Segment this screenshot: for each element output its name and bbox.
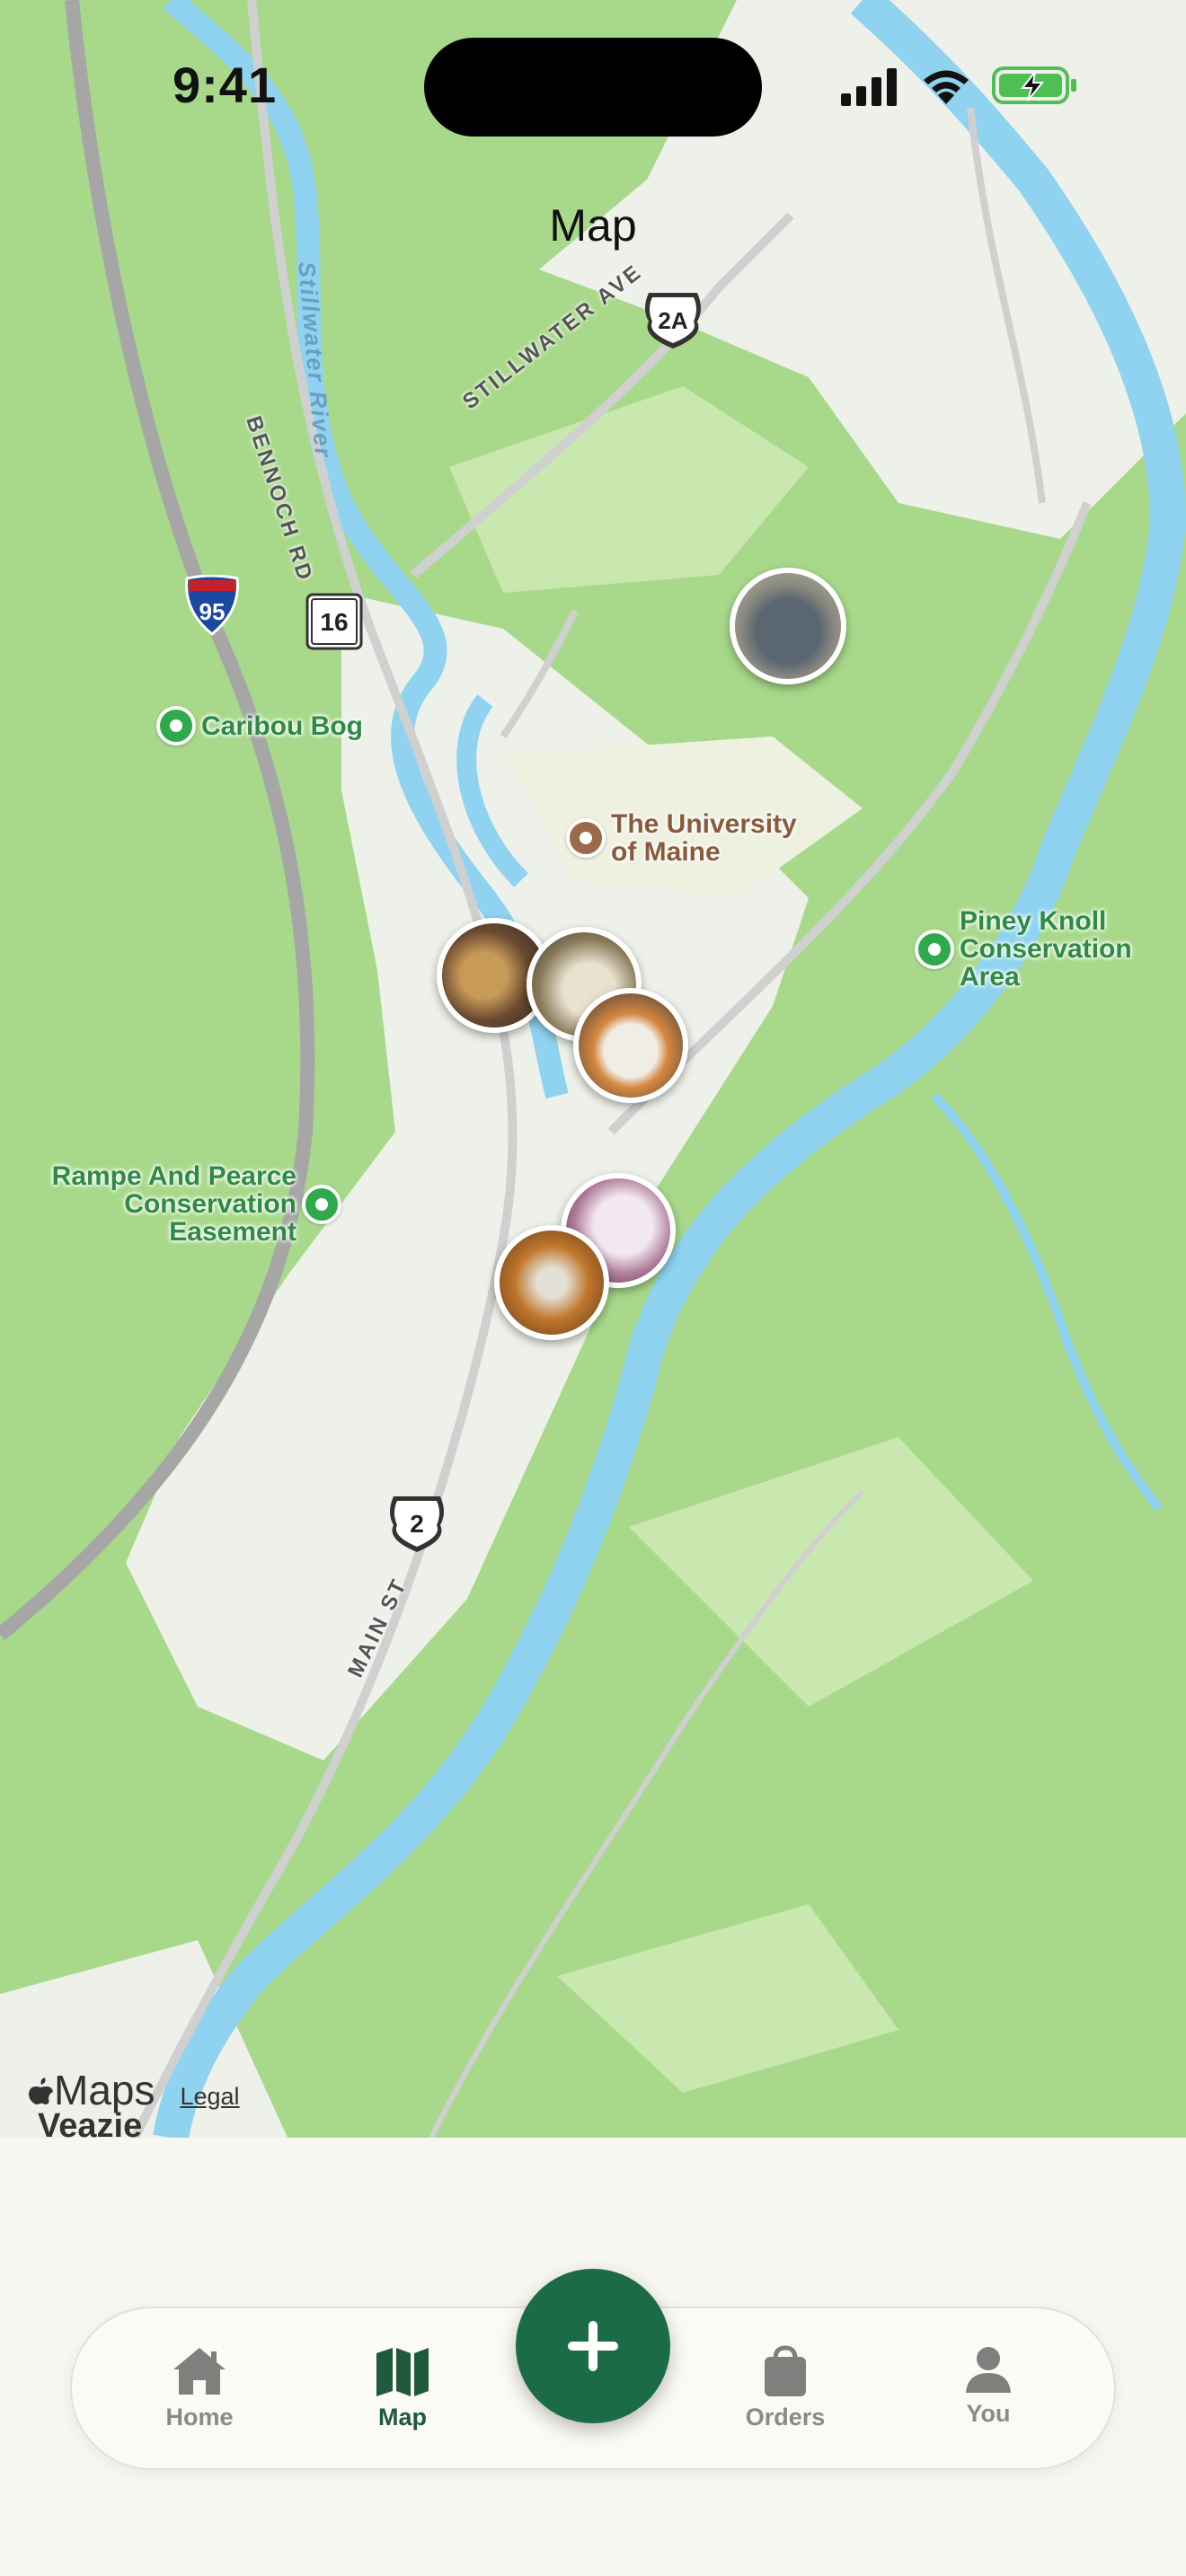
park-icon — [156, 706, 196, 745]
us-2a-shield: 2A — [642, 291, 704, 355]
svg-text:2: 2 — [410, 1510, 424, 1538]
tab-label: Map — [378, 2404, 427, 2430]
poi-university-of-maine[interactable]: The University of Maine — [566, 810, 818, 866]
tab-map[interactable]: Map — [331, 2344, 474, 2431]
map-pin-product[interactable] — [573, 988, 688, 1103]
poi-label: Rampe And Pearce Conservation Easement — [51, 1161, 296, 1247]
svg-text:16: 16 — [320, 608, 348, 636]
tab-you[interactable]: You — [916, 2344, 1060, 2428]
poi-caribou-bog[interactable]: Caribou Bog — [156, 706, 363, 745]
status-time: 9:41 — [173, 57, 278, 113]
status-bar: 9:41 — [0, 0, 1186, 171]
graduation-cap-icon — [566, 818, 606, 858]
page-title: Map — [549, 200, 637, 251]
interstate-95-shield: 95 — [183, 574, 241, 640]
park-icon — [302, 1184, 341, 1224]
svg-text:95: 95 — [199, 598, 226, 625]
plus-icon — [568, 2321, 618, 2371]
poi-rampe-pearce[interactable]: Rampe And Pearce Conservation Easement — [36, 1162, 341, 1246]
tab-orders[interactable]: Orders — [713, 2344, 857, 2431]
person-icon — [966, 2347, 1011, 2393]
map-pin-product[interactable] — [494, 1225, 609, 1340]
dynamic-island — [424, 38, 762, 137]
svg-text:2A: 2A — [658, 307, 687, 334]
poi-label: Piney Knoll Conservation Area — [960, 906, 1132, 992]
route-16-shield: 16 — [305, 593, 363, 655]
tab-label: You — [966, 2400, 1011, 2427]
map-icon — [376, 2348, 429, 2396]
tab-label: Home — [165, 2404, 234, 2430]
house-icon — [173, 2348, 226, 2395]
poi-label: The University of Maine — [611, 809, 797, 867]
add-button[interactable] — [516, 2269, 670, 2423]
town-label: Veazie — [38, 2107, 143, 2138]
tab-label: Orders — [745, 2404, 826, 2430]
cellular-signal-icon — [841, 68, 897, 106]
wifi-icon — [924, 70, 969, 104]
us-2-shield: 2 — [388, 1495, 446, 1558]
map-view[interactable]: Caribou Bog The University of Maine Pine… — [0, 0, 1186, 2138]
bag-icon — [765, 2345, 806, 2396]
park-icon — [915, 929, 954, 969]
tab-home[interactable]: Home — [128, 2344, 271, 2431]
legal-link[interactable]: Legal — [180, 2083, 239, 2111]
poi-piney-knoll[interactable]: Piney Knoll Conservation Area — [915, 907, 1157, 991]
battery-charging-icon — [992, 66, 1076, 104]
map-pin-product[interactable] — [730, 568, 846, 684]
poi-label: Caribou Bog — [201, 710, 363, 741]
